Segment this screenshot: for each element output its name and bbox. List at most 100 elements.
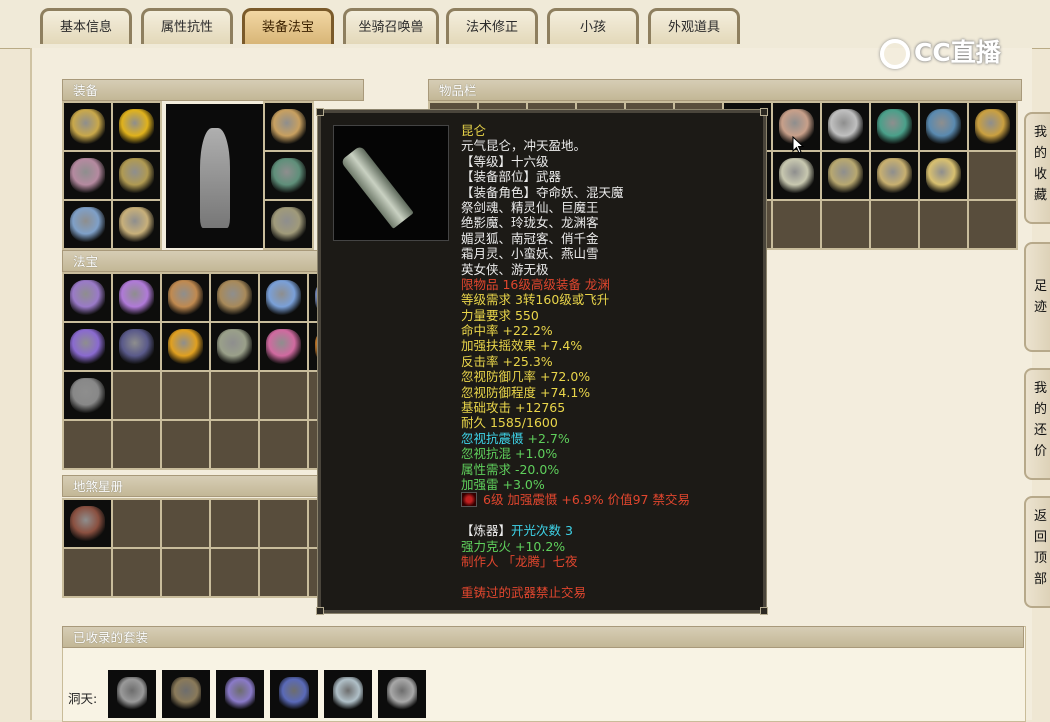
star-book-empty-slot[interactable] (162, 549, 209, 596)
tooltip-line: 强力克火 +10.2% (461, 538, 566, 554)
sidebar-footprints-label: 足迹 (1034, 279, 1048, 315)
treasure-empty-slot[interactable] (260, 421, 307, 468)
suit-item-icon[interactable] (270, 670, 318, 718)
treasure-item-slot[interactable] (260, 323, 307, 370)
equipment-item-icon (119, 109, 154, 144)
character-preview (166, 104, 263, 248)
treasure-item-icon (266, 329, 301, 364)
star-book-grid (62, 498, 358, 598)
equipment-item-slot[interactable] (265, 103, 312, 150)
sidebar-favorites-label: 我的收藏 (1034, 125, 1048, 203)
treasure-item-slot[interactable] (113, 274, 160, 321)
suit-item-glyph (225, 677, 255, 711)
equipment-item-slot[interactable] (265, 152, 312, 199)
inventory-item-icon (828, 158, 863, 193)
treasure-empty-slot[interactable] (113, 372, 160, 419)
tooltip-corner (316, 108, 324, 116)
star-book-empty-slot[interactable] (113, 549, 160, 596)
equipment-item-slot[interactable] (113, 103, 160, 150)
inventory-empty-slot[interactable] (920, 201, 967, 248)
treasure-empty-slot[interactable] (260, 372, 307, 419)
inventory-item-slot[interactable] (773, 152, 820, 199)
tooltip-line (461, 508, 761, 523)
treasure-item-slot[interactable] (64, 372, 111, 419)
treasure-item-slot[interactable] (260, 274, 307, 321)
inventory-item-slot[interactable] (822, 152, 869, 199)
suit-item-icon[interactable] (162, 670, 210, 718)
inventory-empty-slot[interactable] (773, 201, 820, 248)
inventory-panel-title: 物品栏 (428, 79, 1022, 101)
treasure-item-icon (70, 378, 105, 413)
treasure-empty-slot[interactable] (211, 421, 258, 468)
equipment-item-icon (70, 158, 105, 193)
inventory-item-icon (877, 158, 912, 193)
inventory-empty-slot[interactable] (871, 201, 918, 248)
tab-basic-info[interactable]: 基本信息 (40, 8, 132, 44)
star-book-empty-slot[interactable] (211, 500, 258, 547)
star-book-item-icon (70, 506, 105, 541)
tab-spell-correction[interactable]: 法术修正 (446, 8, 538, 44)
treasure-item-slot[interactable] (64, 274, 111, 321)
star-book-empty-slot[interactable] (260, 549, 307, 596)
sidebar-back-to-top-label: 返回顶部 (1034, 509, 1048, 587)
suit-item-icon[interactable] (216, 670, 264, 718)
tooltip-line: 英女侠、游无极 (461, 261, 549, 277)
treasure-item-slot[interactable] (162, 323, 209, 370)
treasure-item-slot[interactable] (211, 323, 258, 370)
inventory-item-slot[interactable] (822, 103, 869, 150)
star-book-empty-slot[interactable] (113, 500, 160, 547)
star-book-empty-slot[interactable] (64, 549, 111, 596)
inventory-item-slot[interactable] (969, 103, 1016, 150)
inventory-empty-slot[interactable] (822, 201, 869, 248)
treasure-empty-slot[interactable] (211, 372, 258, 419)
equipment-item-slot[interactable] (64, 103, 111, 150)
tooltip-line: 忽视抗震慑 +2.7% (461, 430, 570, 446)
star-book-empty-slot[interactable] (211, 549, 258, 596)
treasure-empty-slot[interactable] (162, 372, 209, 419)
suit-item-glyph (333, 677, 363, 711)
treasure-item-slot[interactable] (162, 274, 209, 321)
inventory-item-icon (828, 109, 863, 144)
equipment-grid-left (62, 101, 162, 250)
tab-attributes[interactable]: 属性抗性 (141, 8, 233, 44)
inventory-item-slot[interactable] (920, 152, 967, 199)
suit-item-icon[interactable] (108, 670, 156, 718)
tab-mounts-pets[interactable]: 坐骑召唤兽 (343, 8, 439, 44)
treasure-empty-slot[interactable] (64, 421, 111, 468)
sidebar-back-to-top-button[interactable]: 返回顶部 (1024, 496, 1050, 608)
suit-item-icon[interactable] (324, 670, 372, 718)
equipment-item-slot[interactable] (113, 201, 160, 248)
tooltip-line: 命中率 +22.2% (461, 323, 553, 339)
inventory-item-slot[interactable] (920, 103, 967, 150)
cave-suit-label: 洞天: (68, 691, 98, 706)
equipment-item-slot[interactable] (113, 152, 160, 199)
treasure-item-slot[interactable] (113, 323, 160, 370)
sidebar-favorites-button[interactable]: 我的收藏 (1024, 112, 1050, 224)
sidebar-footprints-button[interactable]: 足迹 (1024, 242, 1050, 352)
suit-item-icon[interactable] (378, 670, 426, 718)
tab-appearance-items[interactable]: 外观道具 (648, 8, 740, 44)
tooltip-corner (316, 607, 324, 615)
star-book-item-slot[interactable] (64, 500, 111, 547)
tab-children[interactable]: 小孩 (547, 8, 639, 44)
equipment-panel-title: 装备 (62, 79, 364, 101)
equipment-item-slot[interactable] (64, 152, 111, 199)
equipment-item-slot[interactable] (265, 201, 312, 248)
treasure-empty-slot[interactable] (162, 421, 209, 468)
treasure-item-icon (70, 280, 105, 315)
treasure-empty-slot[interactable] (113, 421, 160, 468)
star-book-empty-slot[interactable] (260, 500, 307, 547)
inventory-empty-slot[interactable] (969, 152, 1016, 199)
inventory-item-slot[interactable] (871, 103, 918, 150)
treasure-item-slot[interactable] (211, 274, 258, 321)
sidebar-bargain-button[interactable]: 我的还价 (1024, 368, 1050, 480)
tab-equipment[interactable]: 装备法宝 (242, 8, 334, 44)
tooltip-line: 【等级】十六级 (461, 153, 549, 169)
star-book-empty-slot[interactable] (162, 500, 209, 547)
treasure-item-icon (217, 329, 252, 364)
treasure-item-slot[interactable] (64, 323, 111, 370)
tooltip-line: 忽视防御程度 +74.1% (461, 384, 591, 400)
inventory-empty-slot[interactable] (969, 201, 1016, 248)
equipment-item-slot[interactable] (64, 201, 111, 248)
inventory-item-slot[interactable] (871, 152, 918, 199)
